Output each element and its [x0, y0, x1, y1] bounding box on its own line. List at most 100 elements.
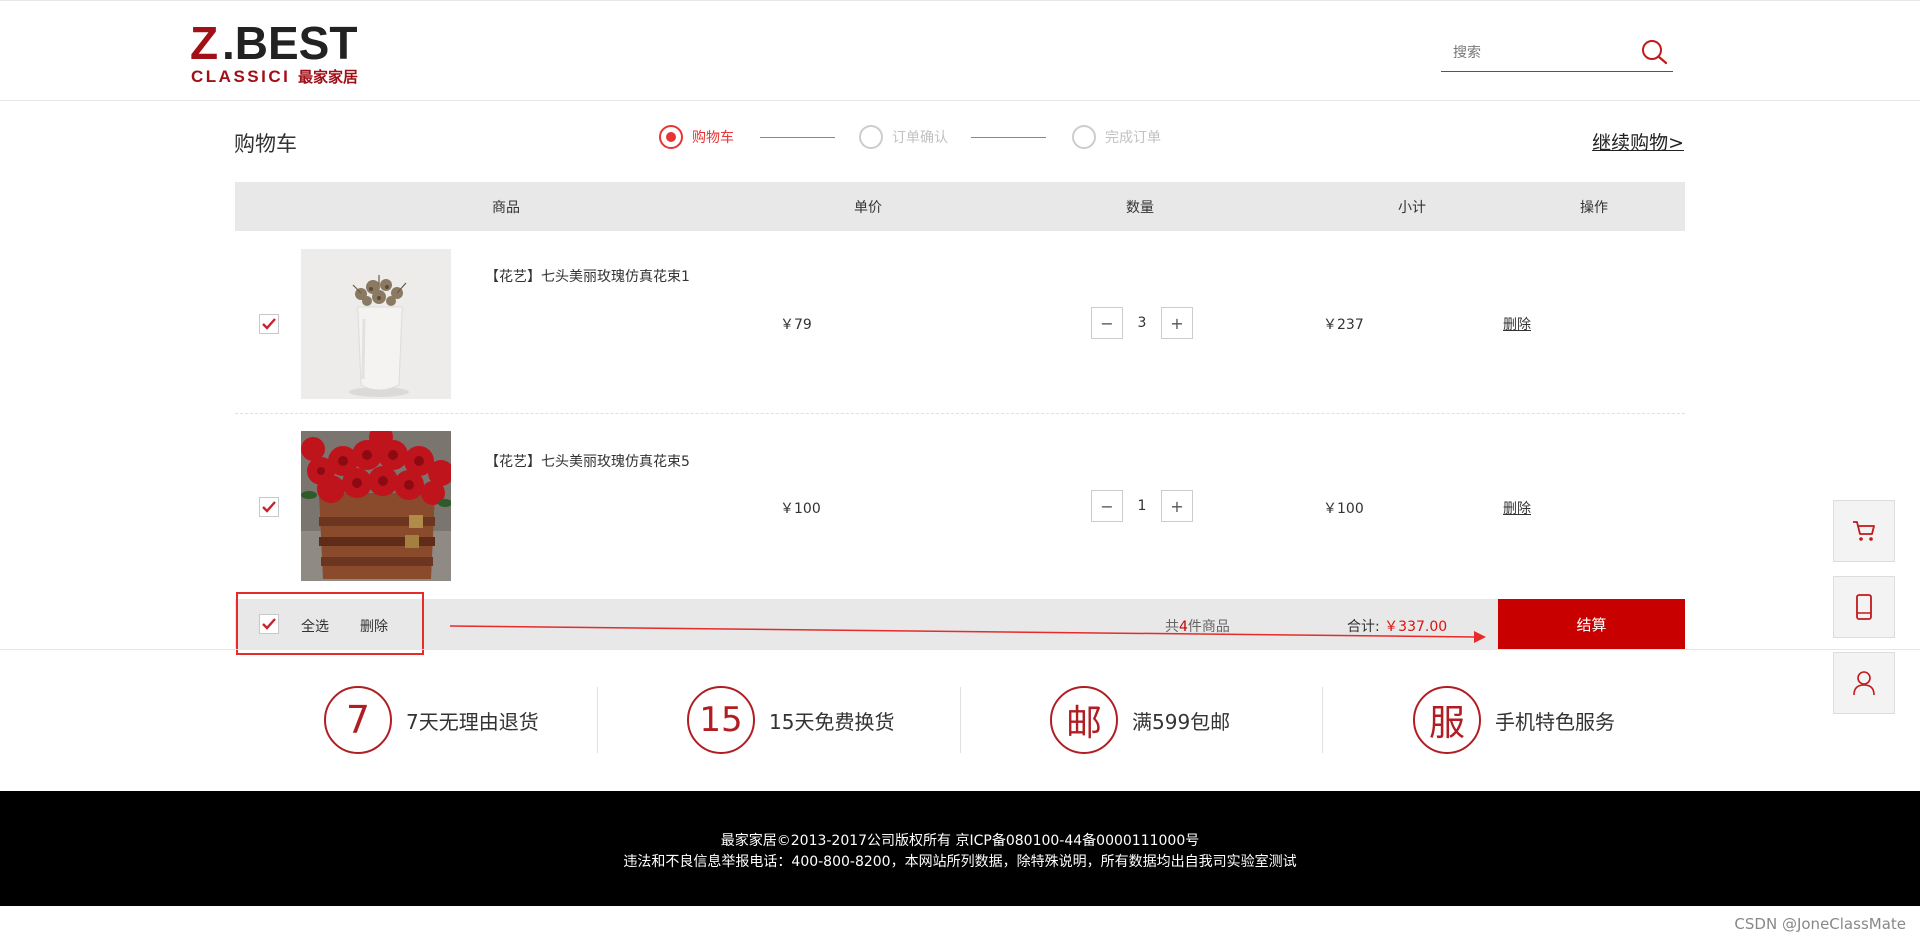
side-cart-button[interactable] — [1833, 500, 1895, 562]
checkout-steps: 购物车 订单确认 完成订单 — [659, 124, 1179, 152]
item-checkbox[interactable] — [259, 314, 279, 334]
service-separator — [960, 687, 961, 753]
item-subtotal: ￥237 — [1323, 317, 1364, 333]
step-confirm: 订单确认 — [859, 124, 948, 150]
col-subtotal: 小计 — [1398, 200, 1426, 216]
col-product: 商品 — [492, 200, 520, 216]
section-divider — [0, 649, 1920, 650]
item-checkbox[interactable] — [259, 497, 279, 517]
qty-decrease-button[interactable]: − — [1091, 307, 1123, 339]
item-subtotal: ￥100 — [1323, 501, 1364, 517]
qty-increase-button[interactable]: + — [1161, 490, 1193, 522]
service-shipping: 邮 满599包邮 — [1050, 685, 1230, 755]
col-action: 操作 — [1580, 200, 1608, 216]
checkmark-icon — [262, 501, 276, 513]
total-value: ￥337.00 — [1384, 619, 1448, 635]
checkmark-icon — [262, 618, 276, 630]
delete-item-link[interactable]: 删除 — [1503, 314, 1531, 334]
checkmark-icon — [262, 318, 276, 330]
page-title: 购物车 — [234, 132, 297, 156]
checkout-button[interactable]: 结算 — [1498, 599, 1685, 649]
plus-icon: + — [1170, 496, 1184, 516]
product-name[interactable]: 【花艺】七头美丽玫瑰仿真花束1 — [485, 266, 690, 286]
cart-summary-bar — [235, 599, 1685, 649]
qty-value[interactable]: 1 — [1123, 490, 1161, 522]
logo-sub-cn: 最家家居 — [298, 68, 358, 85]
product-image[interactable] — [301, 249, 451, 399]
side-user-button[interactable] — [1833, 652, 1895, 714]
cart-icon — [1853, 521, 1875, 541]
side-phone-button[interactable] — [1833, 576, 1895, 638]
step-connector — [971, 137, 1046, 138]
cart-table-header: 商品 单价 数量 小计 操作 — [235, 182, 1685, 231]
service-exchange: 15 15天免费换货 — [687, 685, 894, 755]
user-icon — [1853, 671, 1875, 696]
col-price: 单价 — [854, 200, 882, 216]
search-input[interactable] — [1451, 41, 1631, 65]
logo-sub-en: CLASSICI — [191, 67, 290, 85]
product-name[interactable]: 【花艺】七头美丽玫瑰仿真花束5 — [485, 451, 690, 471]
unit-price: ￥100 — [780, 501, 821, 517]
count-prefix: 共 — [1165, 619, 1179, 635]
product-image[interactable] — [301, 431, 451, 581]
service-mail-icon: 邮 — [1050, 686, 1118, 754]
step-cart: 购物车 — [659, 124, 734, 150]
total-label: 合计: — [1347, 619, 1380, 635]
phone-icon — [1856, 594, 1872, 620]
step-label: 完成订单 — [1105, 130, 1161, 146]
select-all-label[interactable]: 全选 — [301, 616, 329, 636]
step-complete: 完成订单 — [1072, 124, 1161, 150]
quantity-stepper: − 1 + — [1091, 490, 1201, 522]
plus-icon: + — [1170, 313, 1184, 333]
logo-graphic: Z .BEST CLASSICI 最家家居 — [190, 17, 358, 86]
continue-shopping-link[interactable]: 继续购物> — [1592, 128, 1684, 155]
footer-notice: 违法和不良信息举报电话：400-800-8200，本网站所列数据，除特殊说明，所… — [623, 854, 1297, 870]
unit-price: ￥79 — [780, 317, 812, 333]
delete-item-link[interactable]: 删除 — [1503, 498, 1531, 518]
cart-row: 【花艺】七头美丽玫瑰仿真花束5 ￥100 − 1 + ￥100 删除 — [235, 414, 1685, 596]
step-connector — [760, 137, 835, 138]
roses-image — [301, 431, 451, 581]
select-all-checkbox[interactable] — [259, 614, 279, 634]
service-mobile: 服 手机特色服务 — [1413, 685, 1615, 755]
service-separator — [1322, 687, 1323, 753]
minus-icon: − — [1100, 496, 1114, 516]
service-return: 7 7天无理由退货 — [324, 685, 539, 755]
service-15-icon: 15 — [687, 686, 755, 754]
step-label: 购物车 — [692, 130, 734, 146]
step-radio-active — [659, 125, 683, 149]
search-bar — [1441, 37, 1673, 72]
service-text: 15天免费换货 — [769, 709, 895, 734]
service-service-icon: 服 — [1413, 686, 1481, 754]
count-suffix: 件商品 — [1187, 619, 1230, 635]
service-text: 满599包邮 — [1132, 709, 1231, 734]
vase-image — [301, 249, 451, 399]
site-logo[interactable]: Z .BEST CLASSICI 最家家居 — [190, 17, 370, 86]
service-text: 手机特色服务 — [1495, 709, 1615, 734]
footer-copyright: 最家家居©2013-2017公司版权所有 京ICP备080100-44备0000… — [720, 833, 1200, 849]
col-qty: 数量 — [1126, 200, 1154, 216]
logo-z: Z — [190, 19, 218, 69]
total: 合计: ￥337.00 — [1347, 616, 1447, 636]
site-header: Z .BEST CLASSICI 最家家居 — [0, 0, 1920, 101]
service-text: 7天无理由退货 — [406, 709, 539, 734]
delete-selected-link[interactable]: 删除 — [360, 616, 388, 636]
quantity-stepper: − 3 + — [1091, 307, 1201, 339]
step-radio — [859, 125, 883, 149]
service-7-icon: 7 — [324, 686, 392, 754]
item-count: 共4件商品 — [1165, 616, 1230, 636]
qty-decrease-button[interactable]: − — [1091, 490, 1123, 522]
qty-value[interactable]: 3 — [1123, 307, 1161, 339]
qty-increase-button[interactable]: + — [1161, 307, 1193, 339]
watermark: CSDN @JoneClassMate — [1734, 915, 1906, 933]
logo-best: .BEST — [222, 19, 357, 69]
search-icon — [1642, 40, 1668, 65]
count-value: 4 — [1179, 619, 1188, 635]
site-footer: 最家家居©2013-2017公司版权所有 京ICP备080100-44备0000… — [0, 791, 1920, 906]
step-radio — [1072, 125, 1096, 149]
service-separator — [597, 687, 598, 753]
step-label: 订单确认 — [892, 130, 948, 146]
cart-row: 【花艺】七头美丽玫瑰仿真花束1 ￥79 − 3 + ￥237 删除 — [235, 232, 1685, 414]
minus-icon: − — [1100, 313, 1114, 333]
search-button[interactable] — [1637, 37, 1673, 69]
